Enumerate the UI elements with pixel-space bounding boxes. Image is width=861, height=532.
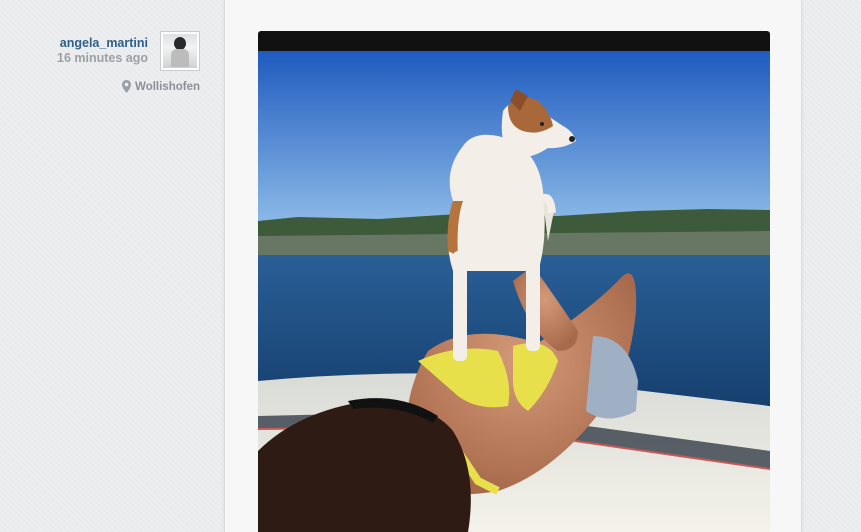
photo-frame [258,31,770,532]
post-meta: angela_martini 16 minutes ago [57,36,148,66]
right-rail [803,0,861,532]
post-meta-rail: angela_martini 16 minutes ago Wollishofe… [0,0,224,532]
post-column [224,0,802,532]
username-link[interactable]: angela_martini [57,36,148,51]
location-link[interactable]: Wollishofen [122,80,200,93]
avatar[interactable] [160,31,200,71]
user-avatar-icon [163,34,197,68]
feed-page: angela_martini 16 minutes ago Wollishofe… [0,0,861,532]
map-pin-icon [122,80,132,93]
post-photo[interactable] [258,51,770,532]
location-label: Wollishofen [135,80,200,93]
post-timestamp: 16 minutes ago [57,51,148,65]
